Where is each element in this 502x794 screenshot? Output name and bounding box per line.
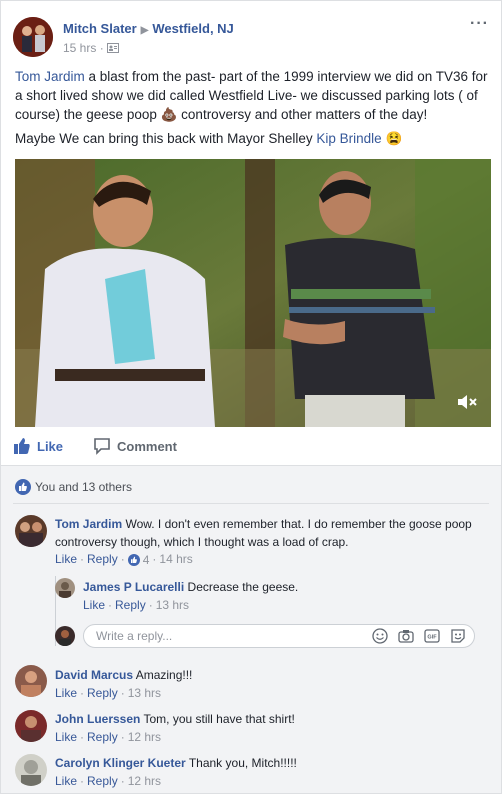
comment-like-link[interactable]: Like [55, 552, 77, 566]
commenter-avatar[interactable] [15, 754, 47, 786]
comment-button[interactable]: Comment [93, 437, 177, 455]
comment-bubble-icon [94, 438, 110, 455]
more-options-icon[interactable]: ··· [470, 15, 489, 33]
commenter-name[interactable]: Tom Jardim [55, 517, 122, 531]
comment-1-actions: Like · Reply · 4 · 14 hrs [55, 552, 193, 567]
comment-1: Tom Jardim Wow. I don't even remember th… [55, 515, 479, 551]
reply-placeholder: Write a reply... [96, 629, 173, 643]
comment-3-actions: Like · Reply · 12 hrs [55, 730, 162, 744]
commenter-name[interactable]: James P Lucarelli [83, 580, 184, 594]
location-name[interactable]: Westfield, NJ [152, 21, 233, 36]
like-button[interactable]: Like [13, 437, 63, 455]
post-meta: 15 hrs · [63, 41, 120, 56]
author-name[interactable]: Mitch Slater [63, 21, 137, 36]
comment-text: Thank you, Mitch!!!!! [188, 756, 297, 770]
comment-text: Amazing!!! [135, 668, 193, 682]
post-card: Mitch Slater ▶ Westfield, NJ 15 hrs · ··· … [0, 0, 502, 794]
reply-tools: GIF [372, 628, 466, 644]
comment-text: Tom, you still have that shirt! [143, 712, 295, 726]
privacy-icon[interactable] [107, 42, 120, 56]
post-text-tail: controversy and other matters of the day… [177, 107, 428, 122]
comment-time[interactable]: 14 hrs [159, 552, 192, 566]
like-label: Like [37, 438, 64, 454]
tagged-person-link[interactable]: Tom Jardim [15, 69, 85, 84]
comment-text: Decrease the geese. [187, 580, 299, 594]
comment-like-link[interactable]: Like [55, 730, 77, 744]
comment-time[interactable]: 13 hrs [128, 686, 161, 700]
comment-like-link[interactable]: Like [55, 774, 77, 788]
reactions-text: You and 13 others [35, 480, 132, 494]
tagged-mayor-link[interactable]: Kip Brindle [316, 131, 381, 146]
comment-reply-link[interactable]: Reply [87, 730, 118, 744]
commenter-name[interactable]: Carolyn Klinger Kueter [55, 756, 186, 770]
comment-label: Comment [117, 438, 177, 454]
comment-like-link[interactable]: Like [83, 598, 105, 612]
comment-like-link[interactable]: Like [55, 686, 77, 700]
commenter-avatar[interactable] [15, 710, 47, 742]
comment-4: Carolyn Klinger Kueter Thank you, Mitch!… [55, 754, 479, 772]
commenter-avatar[interactable] [15, 515, 47, 547]
post-text-line2: Maybe We can bring this back with Mayor … [15, 131, 317, 146]
like-reaction-icon [15, 479, 31, 495]
comment-time[interactable]: 13 hrs [156, 598, 189, 612]
like-reaction-icon [127, 553, 140, 566]
author-avatar[interactable] [13, 17, 53, 57]
comment-time[interactable]: 12 hrs [128, 730, 161, 744]
video-player[interactable] [15, 159, 491, 427]
comment-time[interactable]: 12 hrs [128, 774, 161, 788]
emoji-icon[interactable] [372, 628, 388, 644]
comment-2-actions: Like · Reply · 13 hrs [55, 686, 162, 700]
mute-icon[interactable] [457, 394, 477, 413]
post-actions: Like Comment [13, 433, 489, 463]
like-thumb-icon [14, 438, 30, 454]
commenter-avatar[interactable] [15, 665, 47, 697]
meta-dot: · [99, 41, 108, 55]
comment-3: John Luerssen Tom, you still have that s… [55, 710, 479, 728]
video-frame [15, 159, 491, 427]
arrow-right-icon: ▶ [140, 25, 149, 36]
svg-text:GIF: GIF [427, 635, 437, 641]
post-text-paragraph-1: Tom Jardim a blast from the past- part o… [15, 67, 489, 124]
commenter-name[interactable]: David Marcus [55, 668, 133, 682]
reply-input[interactable]: Write a reply... GIF [83, 624, 475, 648]
reply-1: James P Lucarelli Decrease the geese. [83, 578, 479, 596]
commenter-avatar[interactable] [55, 578, 75, 598]
divider [13, 503, 489, 504]
comment-2: David Marcus Amazing!!! [55, 666, 479, 684]
sticker-icon[interactable] [450, 628, 466, 644]
author-line: Mitch Slater ▶ Westfield, NJ [63, 21, 234, 36]
reply-1-actions: Like · Reply · 13 hrs [83, 598, 190, 612]
comment-reply-link[interactable]: Reply [87, 552, 118, 566]
comment-reply-link[interactable]: Reply [87, 686, 118, 700]
reactions-summary[interactable]: You and 13 others [15, 479, 132, 495]
post-text-paragraph-2: Maybe We can bring this back with Mayor … [15, 129, 489, 148]
comment-4-actions: Like · Reply · 12 hrs [55, 774, 162, 788]
comment-reaction-count[interactable]: 4 [127, 553, 149, 567]
comment-reply-link[interactable]: Reply [87, 774, 118, 788]
current-user-avatar [55, 626, 75, 646]
comment-reply-link[interactable]: Reply [115, 598, 146, 612]
post-header: Mitch Slater ▶ Westfield, NJ 15 hrs · ··· [13, 15, 489, 59]
post-time[interactable]: 15 hrs [63, 41, 96, 55]
camera-icon[interactable] [398, 628, 414, 644]
tired-emoji-icon: 😫 [385, 131, 403, 146]
commenter-name[interactable]: John Luerssen [55, 712, 140, 726]
poop-emoji-icon: 💩 [160, 107, 178, 122]
gif-icon[interactable]: GIF [424, 628, 440, 644]
